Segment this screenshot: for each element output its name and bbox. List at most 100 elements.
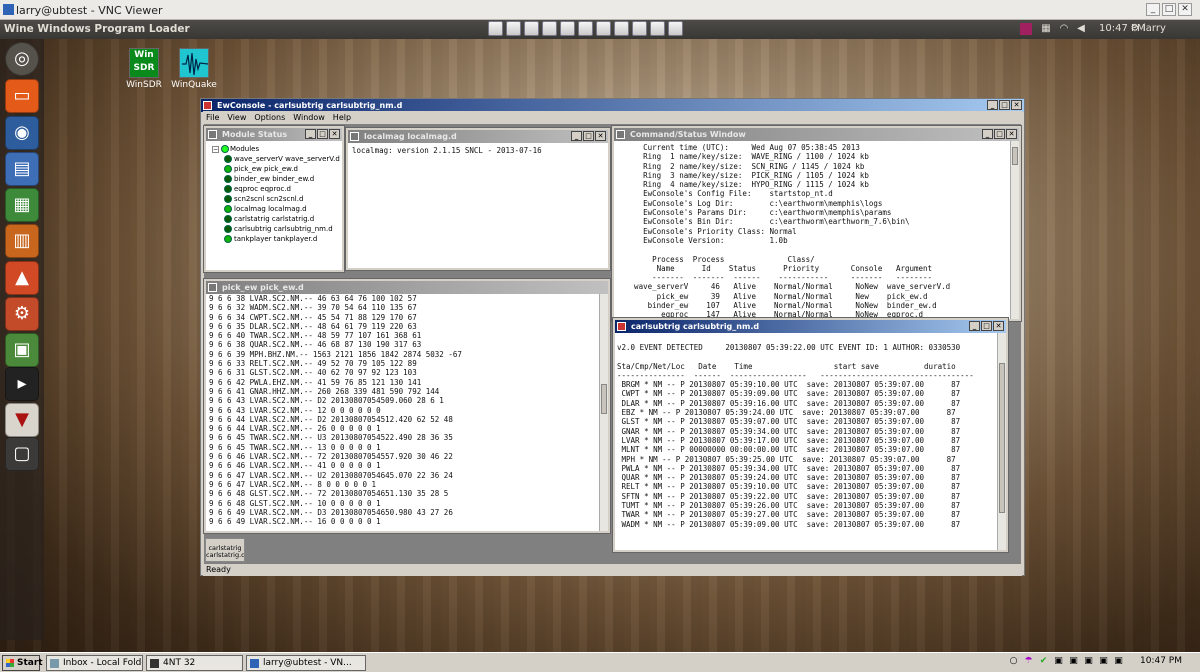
software-center-icon[interactable]: ▲ (5, 261, 39, 295)
menu-options[interactable]: Options (254, 111, 285, 124)
keyboard-icon[interactable]: ▦ (1040, 23, 1052, 35)
scrollbar-thumb[interactable] (1012, 147, 1018, 165)
tree-item[interactable]: binder_ew binder_ew.d (212, 174, 340, 184)
menu-file[interactable]: File (206, 111, 219, 124)
tray-icon[interactable]: ▣ (1068, 655, 1079, 667)
command-status-output: Current time (UTC): Wed Aug 07 05:38:45 … (614, 141, 1009, 319)
tree-item[interactable]: tankplayer tankplayer.d (212, 234, 340, 244)
tools-icon[interactable] (542, 21, 557, 36)
workspace-switcher-icon[interactable]: ▢ (5, 437, 39, 471)
update-manager-icon[interactable]: ▣ (5, 333, 39, 367)
vertical-scrollbar[interactable] (997, 333, 1006, 550)
tree-item[interactable]: carlstatrig carlstatrig.d (212, 214, 340, 224)
module-status-titlebar[interactable]: Module Status _ □ ✕ (206, 128, 342, 141)
close-icon[interactable]: ✕ (1006, 129, 1017, 139)
start-button[interactable]: Start (2, 655, 43, 671)
terminal-icon[interactable]: ▸ (5, 367, 39, 401)
pick-ew-text: 9 6 6 38 LVAR.SC2.NM.-- 46 63 64 76 100 … (209, 294, 462, 527)
user-icon[interactable]: ⚙ (1129, 23, 1141, 35)
close-icon[interactable]: ✕ (993, 321, 1004, 331)
tray-icon[interactable]: ▣ (1053, 655, 1064, 667)
module-status-window[interactable]: Module Status _ □ ✕ − Modules wave_serverV … (203, 125, 345, 273)
ctrl-alt-del-icon[interactable] (596, 21, 611, 36)
minimize-icon[interactable]: _ (982, 129, 993, 139)
wine-icon[interactable]: ▼ (5, 403, 39, 437)
files-icon[interactable]: ▭ (5, 79, 39, 113)
carlsubtrig-titlebar[interactable]: carlsubtrig carlsubtrig_nm.d _ □ ✕ (615, 320, 1006, 333)
menu-view[interactable]: View (227, 111, 246, 124)
zoom-icon[interactable] (578, 21, 593, 36)
minimize-icon[interactable]: _ (571, 131, 582, 141)
extras-icon[interactable] (668, 21, 683, 36)
impress-icon[interactable]: ▥ (5, 224, 39, 258)
menu-help[interactable]: Help (333, 111, 351, 124)
maximize-icon[interactable]: □ (981, 321, 992, 331)
tray-icon[interactable]: ○ (1008, 655, 1019, 667)
mail-indicator-icon[interactable] (1020, 23, 1032, 35)
maximize-icon[interactable]: □ (1162, 3, 1176, 16)
minimize-icon[interactable]: _ (1146, 3, 1160, 16)
tray-icon[interactable]: ▣ (1098, 655, 1109, 667)
minimize-icon[interactable]: _ (987, 100, 998, 110)
transfer-icon[interactable] (614, 21, 629, 36)
tree-root[interactable]: − Modules (212, 144, 340, 154)
firefox-icon[interactable]: ◉ (5, 116, 39, 150)
desktop-icon-winquake[interactable]: WinQuake (166, 48, 222, 90)
localmag-text: localmag: version 2.1.15 SNCL - 2013-07-… (352, 146, 542, 155)
calc-icon[interactable]: ▦ (5, 188, 39, 222)
taskbar-item-4nt[interactable]: 4NT 32 (146, 655, 243, 671)
tree-item[interactable]: carlsubtrig carlsubtrig_nm.d (212, 224, 340, 234)
menu-window[interactable]: Window (293, 111, 325, 124)
maximize-icon[interactable]: □ (317, 129, 328, 139)
shield-icon[interactable]: ✔ (1038, 655, 1049, 667)
tree-item[interactable]: scn2scnl scn2scnl.d (212, 194, 340, 204)
dash-home-icon[interactable]: ◎ (5, 42, 39, 76)
connection-icon[interactable] (524, 21, 539, 36)
tray-icon[interactable]: ▣ (1113, 655, 1124, 667)
pick-ew-window[interactable]: pick_ew pick_ew.d 9 6 6 38 LVAR.SC2.NM.-… (203, 278, 611, 534)
taskbar-item-inbox[interactable]: Inbox - Local Folde... (46, 655, 143, 671)
close-icon[interactable]: ✕ (1178, 3, 1192, 16)
vertical-scrollbar[interactable] (1010, 141, 1019, 319)
collapse-icon[interactable]: − (212, 146, 219, 153)
options-icon[interactable] (488, 21, 503, 36)
taskbar-clock[interactable]: 10:47 PM (1140, 656, 1182, 666)
localmag-window[interactable]: localmag localmag.d _ □ ✕ localmag: versio… (345, 127, 611, 271)
command-status-titlebar[interactable]: Command/Status Window _ □ ✕ (614, 128, 1019, 141)
localmag-titlebar[interactable]: localmag localmag.d _ □ ✕ (348, 130, 608, 143)
chat-icon[interactable] (632, 21, 647, 36)
info-icon[interactable] (650, 21, 665, 36)
desktop-icon-winsdr[interactable]: Win SDR WinSDR (116, 48, 172, 90)
carlsubtrig-window[interactable]: carlsubtrig carlsubtrig_nm.d _ □ ✕ v2.0 EV… (612, 317, 1009, 553)
volume-icon[interactable]: ◀ (1075, 23, 1087, 35)
pick-ew-titlebar[interactable]: pick_ew pick_ew.d (206, 281, 608, 294)
close-icon[interactable]: ✕ (595, 131, 606, 141)
vertical-scrollbar[interactable] (599, 294, 608, 531)
tree-item[interactable]: eqproc eqproc.d (212, 184, 340, 194)
minimized-carlstatrig[interactable]: carlstatrig carlstatrig.d (205, 538, 245, 562)
panel-username[interactable]: larry (1143, 23, 1166, 34)
close-icon[interactable]: ✕ (1011, 100, 1022, 110)
system-settings-icon[interactable]: ⚙ (5, 297, 39, 331)
minimize-icon[interactable]: _ (969, 321, 980, 331)
tree-item[interactable]: localmag localmag.d (212, 204, 340, 214)
umbrella-icon[interactable]: ☂ (1023, 655, 1034, 667)
minimize-icon[interactable]: _ (305, 129, 316, 139)
status-dot-icon (224, 185, 232, 193)
save-icon[interactable] (506, 21, 521, 36)
ewconsole-statusbar: Ready (203, 564, 1022, 576)
tree-item[interactable]: pick_ew pick_ew.d (212, 164, 340, 174)
command-status-window[interactable]: Command/Status Window _ □ ✕ Current time (… (611, 125, 1022, 322)
fullscreen-icon[interactable] (560, 21, 575, 36)
taskbar-item-vnc[interactable]: larry@ubtest - VN... (246, 655, 366, 671)
maximize-icon[interactable]: □ (999, 100, 1010, 110)
close-icon[interactable]: ✕ (329, 129, 340, 139)
maximize-icon[interactable]: □ (994, 129, 1005, 139)
tray-icon[interactable]: ▣ (1083, 655, 1094, 667)
maximize-icon[interactable]: □ (583, 131, 594, 141)
writer-icon[interactable]: ▤ (5, 152, 39, 186)
scrollbar-thumb[interactable] (999, 363, 1005, 513)
scrollbar-thumb[interactable] (601, 384, 607, 414)
wifi-icon[interactable]: ◠ (1058, 23, 1070, 35)
tree-item[interactable]: wave_serverV wave_serverV.d (212, 154, 340, 164)
